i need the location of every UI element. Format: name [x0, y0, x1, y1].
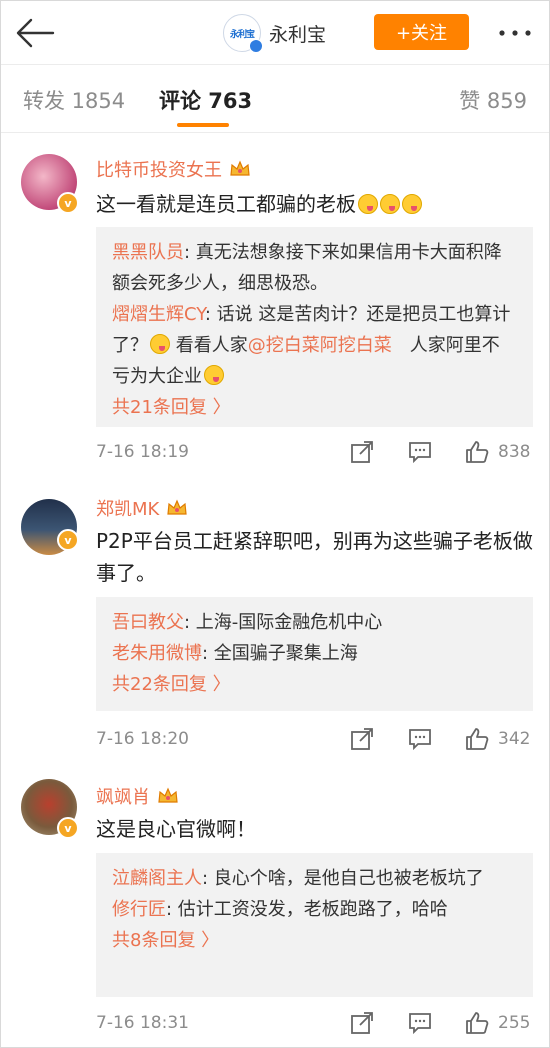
crown-icon — [230, 160, 250, 176]
reply-item: 修行匠: 估计工资没发，老板跑路了，哈哈 — [112, 894, 517, 925]
more-icon[interactable] — [497, 23, 533, 43]
username-text: 飒飒肖 — [96, 787, 150, 808]
reply-username[interactable]: 黑黑队员 — [112, 242, 184, 263]
reply-box: 泣麟阁主人: 良心个啥，是他自己也被老板坑了 修行匠: 估计工资没发，老板跑路了… — [96, 853, 533, 997]
comment-icon[interactable] — [408, 440, 432, 464]
username-text: 郑凯MK — [96, 499, 160, 520]
comment-item: v 郑凯MK P2P平台员工赶紧辞职吧，别再为这些骗子老板做事了。 吾曰教父: … — [1, 479, 549, 767]
comment-text: 这一看就是连员工都骗的老板 — [96, 188, 536, 220]
reply-username[interactable]: 熠熠生辉CY — [112, 304, 205, 325]
reply-text: : 上海-国际金融危机中心 — [184, 612, 383, 633]
tab-like[interactable]: 赞 859 — [459, 85, 527, 115]
reply-text: : 估计工资没发，老板跑路了，哈哈 — [166, 899, 448, 920]
account-logo: 永利宝 — [223, 14, 263, 53]
more-replies-link[interactable]: 共21条回复 〉 — [112, 392, 517, 424]
comment-text-content: 这一看就是连员工都骗的老板 — [96, 192, 356, 216]
thumbs-up-icon[interactable] — [465, 1011, 489, 1035]
more-replies-link[interactable]: 共22条回复 〉 — [112, 669, 517, 701]
thumbs-up-icon[interactable] — [465, 727, 489, 751]
comment-footer: 7-16 18:31 255 — [96, 1009, 536, 1039]
account-logo-text: 永利宝 — [229, 29, 255, 40]
comment-username[interactable]: 郑凯MK — [96, 495, 188, 521]
share-icon[interactable] — [350, 1011, 374, 1035]
crown-icon — [158, 787, 178, 803]
comment-username[interactable]: 飒飒肖 — [96, 783, 179, 809]
more-replies-link[interactable]: 共8条回复 〉 — [112, 925, 517, 957]
like-count: 342 — [498, 729, 531, 749]
reply-text: : 良心个啥，是他自己也被老板坑了 — [202, 868, 484, 889]
comment-text: P2P平台员工赶紧辞职吧，别再为这些骗子老板做事了。 — [96, 529, 533, 585]
laugh-emoji-icon — [380, 194, 400, 214]
reply-username[interactable]: 修行匠 — [112, 899, 166, 920]
verified-badge-icon: v — [57, 529, 79, 551]
reply-box: 吾曰教父: 上海-国际金融危机中心 老朱用微博: 全国骗子聚集上海 共22条回复… — [96, 597, 533, 711]
username-text: 比特币投资女王 — [96, 160, 222, 181]
laugh-emoji-icon — [358, 194, 378, 214]
reply-item: 老朱用微博: 全国骗子聚集上海 — [112, 638, 517, 669]
top-bar: 永利宝 永利宝 +关注 — [1, 1, 549, 65]
comment-item: v 飒飒肖 这是良心官微啊！ 泣麟阁主人: 良心个啥，是他自己也被老板坑了 修行… — [1, 767, 549, 1048]
comment-icon[interactable] — [408, 1011, 432, 1035]
like-count: 255 — [498, 1013, 531, 1033]
comment-time: 7-16 18:20 — [96, 729, 189, 749]
reply-username[interactable]: 泣麟阁主人 — [112, 868, 202, 889]
tab-bar: 转发 1854 评论 763 赞 859 — [1, 65, 549, 133]
reply-text: 看看人家 — [170, 335, 248, 356]
reply-username[interactable]: 吾曰教父 — [112, 612, 184, 633]
comment-time: 7-16 18:19 — [96, 442, 189, 462]
comment-footer: 7-16 18:20 342 — [96, 725, 536, 755]
tab-repost[interactable]: 转发 1854 — [23, 85, 125, 115]
crown-icon — [167, 499, 188, 515]
comment-username[interactable]: 比特币投资女王 — [96, 156, 251, 182]
reply-box: 黑黑队员: 真无法想象接下来如果信用卡大面积降额会死多少人，细思极恐。 熠熠生辉… — [96, 227, 533, 427]
comment-item: v 比特币投资女王 这一看就是连员工都骗的老板 黑黑队员: 真无法想象接下来如果… — [1, 134, 549, 479]
reply-item: 黑黑队员: 真无法想象接下来如果信用卡大面积降额会死多少人，细思极恐。 — [112, 237, 517, 299]
account-header[interactable]: 永利宝 永利宝 — [223, 14, 327, 53]
comment-icon[interactable] — [408, 727, 432, 751]
follow-button[interactable]: +关注 — [374, 14, 469, 50]
comment-time: 7-16 18:31 — [96, 1013, 189, 1033]
comment-footer: 7-16 18:19 838 — [96, 438, 536, 468]
reply-item: 泣麟阁主人: 良心个啥，是他自己也被老板坑了 — [112, 863, 517, 894]
verified-badge-icon: v — [57, 192, 79, 214]
tab-comment[interactable]: 评论 763 — [159, 85, 252, 115]
reply-item: 熠熠生辉CY: 话说 这是苦肉计？还是把员工也算计了？ 看看人家@挖白菜阿挖白菜… — [112, 299, 517, 392]
mention-link[interactable]: @挖白菜阿挖白菜 — [248, 335, 392, 356]
verified-badge-icon: v — [57, 817, 79, 839]
active-tab-indicator — [177, 123, 229, 127]
reply-username[interactable]: 老朱用微博 — [112, 643, 202, 664]
comment-text: 这是良心官微啊！ — [96, 817, 256, 841]
back-arrow-icon[interactable] — [15, 16, 55, 50]
thumbs-up-icon[interactable] — [465, 440, 489, 464]
laugh-emoji-icon — [402, 194, 422, 214]
share-icon[interactable] — [350, 727, 374, 751]
account-name: 永利宝 — [269, 23, 327, 46]
reply-text: : 全国骗子聚集上海 — [202, 643, 358, 664]
verified-icon — [249, 39, 263, 53]
share-icon[interactable] — [350, 440, 374, 464]
like-count: 838 — [498, 442, 531, 462]
reply-item: 吾曰教父: 上海-国际金融危机中心 — [112, 607, 517, 638]
crying-laugh-emoji-icon — [204, 365, 224, 385]
laugh-emoji-icon — [150, 334, 170, 354]
